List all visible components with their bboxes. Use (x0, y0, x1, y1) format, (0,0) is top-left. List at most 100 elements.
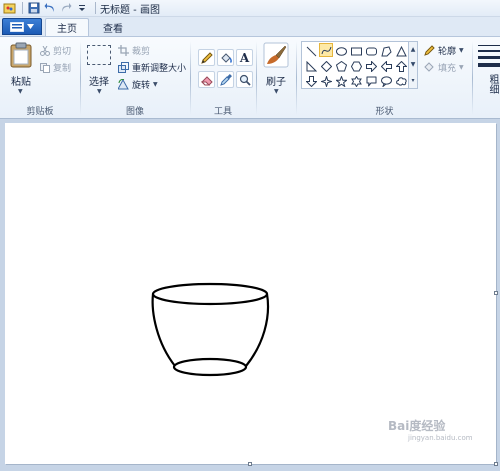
size-label: 粗细 (487, 74, 498, 94)
four-point-star-shape-icon[interactable] (319, 74, 333, 88)
window-title: 无标题 - 画图 (100, 4, 160, 16)
watermark: Bai度经验 (388, 417, 445, 434)
shapes-gallery-scrollbar[interactable]: ▲ ▼ ▾ (409, 41, 418, 89)
chevron-down-icon: ▼ (274, 88, 279, 95)
bowl-right-side (245, 293, 270, 367)
polygon-shape-icon[interactable] (379, 44, 393, 58)
select-button[interactable]: 选择 ▼ (84, 40, 114, 98)
hexagon-shape-icon[interactable] (349, 59, 363, 73)
eraser-icon[interactable] (198, 71, 215, 88)
shapes-group: ▲ ▼ ▾ 轮廓 ▼ 填充 ▼ 形状 (297, 37, 472, 119)
brushes-group: 刷子 ▼ (257, 37, 295, 119)
title-bar: 无标题 - 画图 (0, 0, 500, 17)
undo-icon[interactable] (43, 1, 57, 15)
brushes-label: 刷子 (266, 77, 286, 88)
select-label: 选择 (89, 77, 109, 88)
paste-button[interactable]: 粘贴 ▼ (6, 40, 36, 98)
clipboard-group-label: 剪贴板 (26, 107, 54, 117)
chevron-down-icon: ▼ (153, 81, 158, 88)
line-shape-icon[interactable] (304, 44, 318, 58)
scroll-down-icon[interactable]: ▼ (411, 61, 416, 68)
watermark-subtext: jingyan.baidu.com (408, 434, 473, 442)
resize-label: 重新调整大小 (132, 64, 187, 74)
brush-icon (263, 42, 289, 68)
tools-group: A 工具 (191, 37, 255, 119)
scroll-up-icon[interactable]: ▲ (411, 46, 416, 53)
toolbar-separator (95, 2, 96, 14)
bowl-rim (151, 282, 269, 306)
chevron-down-icon (27, 24, 34, 29)
resize-button[interactable]: 重新调整大小 (118, 61, 186, 74)
triangle-shape-icon[interactable] (394, 44, 408, 58)
tab-home[interactable]: 主页 (45, 18, 89, 36)
arrow-up-shape-icon[interactable] (394, 59, 408, 73)
tab-view[interactable]: 查看 (92, 18, 134, 36)
menu-icon (10, 21, 24, 32)
resize-handle-right[interactable] (494, 291, 498, 295)
resize-icon (118, 62, 129, 73)
tab-home-label: 主页 (57, 24, 77, 35)
arrow-right-shape-icon[interactable] (364, 59, 378, 73)
image-group: 选择 ▼ 裁剪 重新调整大小 旋转 ▼ 图像 (81, 37, 189, 119)
fill-button[interactable]: 填充 ▼ (424, 61, 464, 74)
tools-group-label: 工具 (213, 107, 232, 117)
fill-icon[interactable] (217, 49, 234, 66)
clipboard-icon (10, 42, 32, 68)
paste-label: 粘贴 (11, 77, 31, 88)
customize-toolbar-icon[interactable] (75, 1, 89, 15)
outline-icon (424, 45, 435, 56)
paint-app-icon[interactable] (2, 1, 16, 15)
resize-handle-corner[interactable] (494, 462, 498, 466)
bowl-left-side (151, 293, 176, 367)
oval-callout-shape-icon[interactable] (379, 74, 393, 88)
magnifier-icon[interactable] (236, 71, 253, 88)
fill-bucket-icon (424, 62, 434, 72)
six-point-star-shape-icon[interactable] (349, 74, 363, 88)
cut-button[interactable]: 剪切 (40, 44, 71, 57)
color-picker-icon[interactable] (217, 71, 234, 88)
crop-label: 裁剪 (132, 47, 151, 57)
crop-button[interactable]: 裁剪 (118, 44, 150, 57)
diamond-shape-icon[interactable] (319, 59, 333, 73)
curve-shape-icon[interactable] (319, 43, 333, 57)
chevron-down-icon: ▼ (97, 88, 102, 95)
pencil-icon[interactable] (198, 49, 215, 66)
crop-icon (118, 45, 129, 56)
toolbar-separator (22, 2, 23, 14)
outline-button[interactable]: 轮廓 ▼ (424, 44, 464, 57)
resize-handle-bottom[interactable] (248, 462, 252, 466)
gallery-more-icon[interactable]: ▾ (411, 77, 414, 84)
pentagon-shape-icon[interactable] (334, 59, 348, 73)
size-button[interactable]: 粗细 (476, 41, 500, 99)
save-icon[interactable] (27, 1, 41, 15)
arrow-left-shape-icon[interactable] (379, 59, 393, 73)
line-thickness-icon (478, 50, 500, 52)
fill-label: 填充 (438, 64, 457, 74)
scissors-icon (40, 45, 50, 56)
rounded-rectangle-shape-icon[interactable] (364, 44, 378, 58)
image-group-label: 图像 (125, 107, 144, 117)
redo-icon[interactable] (59, 1, 73, 15)
copy-button[interactable]: 复制 (40, 61, 71, 74)
rounded-callout-shape-icon[interactable] (364, 74, 378, 88)
brushes-button[interactable]: 刷子 ▼ (260, 40, 292, 98)
five-point-star-shape-icon[interactable] (334, 74, 348, 88)
line-thickness-icon (478, 56, 500, 59)
text-icon[interactable]: A (236, 49, 253, 66)
drawing-canvas[interactable] (5, 123, 496, 464)
rotate-button[interactable]: 旋转 ▼ (118, 78, 158, 91)
drawing-bowl (151, 282, 270, 377)
arrow-down-shape-icon[interactable] (304, 74, 318, 88)
outline-label: 轮廓 (438, 47, 457, 57)
copy-label: 复制 (53, 64, 72, 74)
shapes-group-label: 形状 (375, 107, 394, 117)
application-menu-button[interactable] (2, 18, 42, 35)
line-thickness-icon (478, 45, 500, 46)
line-thickness-icon (478, 63, 500, 67)
rotate-label: 旋转 (132, 81, 151, 91)
rectangle-shape-icon[interactable] (349, 44, 363, 58)
cloud-callout-shape-icon[interactable] (394, 74, 408, 88)
copy-icon (40, 62, 50, 73)
right-triangle-shape-icon[interactable] (304, 59, 318, 73)
oval-shape-icon[interactable] (334, 44, 348, 58)
